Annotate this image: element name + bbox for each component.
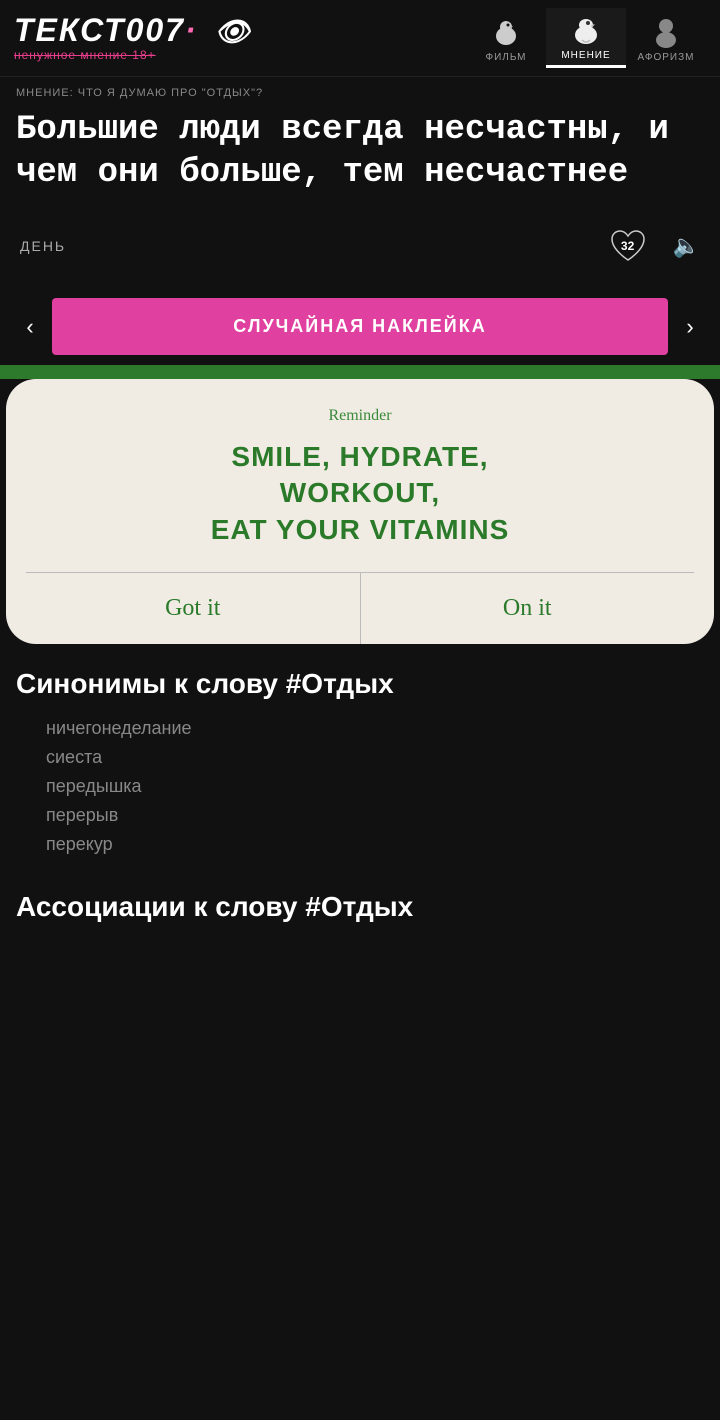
eye-icon: 👁 xyxy=(215,16,253,47)
synonyms-list: ничегонеделание сиеста передышка перерыв… xyxy=(16,714,704,859)
got-it-btn[interactable]: Got it xyxy=(26,573,360,644)
main-content: МНЕНИЕ: ЧТО Я ДУМАЮ ПРО "ОТДЫХ"? Большие… xyxy=(0,77,720,288)
chicken-icon xyxy=(488,14,524,50)
quote-text: Большие люди всегда несчастны, и чем они… xyxy=(16,109,704,194)
associations-section: Ассоциации к слову #Отдых xyxy=(0,875,720,923)
bottom-bar-right: 32 🔈 xyxy=(601,224,700,268)
breadcrumb: МНЕНИЕ: ЧТО Я ДУМАЮ ПРО "ОТДЫХ"? xyxy=(16,87,704,99)
synonyms-title: Синонимы к слову #Отдых xyxy=(16,668,704,700)
nav-aphorism-label: АФОРИЗМ xyxy=(638,52,695,63)
hen-icon xyxy=(568,12,604,48)
logo-area: ТЕКСТ007· 👁 ненужное мнение 18+ xyxy=(14,14,466,63)
heart-count: 32 xyxy=(621,239,634,253)
reminder-body: SMILE, HYDRATE,WORKOUT,EAT YOUR VITAMINS xyxy=(211,439,510,548)
reminder-actions: Got it On it xyxy=(26,573,694,644)
on-it-btn[interactable]: On it xyxy=(361,573,695,644)
nav-opinion-label: МНЕНИЕ xyxy=(561,50,610,61)
volume-icon[interactable]: 🔈 xyxy=(673,233,700,259)
prev-sticker-btn[interactable]: ‹ xyxy=(8,301,52,353)
nav-opinion[interactable]: МНЕНИЕ xyxy=(546,8,626,68)
nav-aphorism[interactable]: АФОРИЗМ xyxy=(626,8,706,68)
header: ТЕКСТ007· 👁 ненужное мнение 18+ ФИЛЬМ xyxy=(0,0,720,77)
list-item: ничегонеделание xyxy=(46,714,704,743)
nav-film-label: ФИЛЬМ xyxy=(485,52,526,63)
list-item: передышка xyxy=(46,772,704,801)
list-item: перекур xyxy=(46,830,704,859)
logo-text: ТЕКСТ007· 👁 xyxy=(14,14,466,47)
heart-badge[interactable]: 32 xyxy=(601,224,655,268)
sticker-bar: ‹ СЛУЧАЙНАЯ НАКЛЕЙКА › xyxy=(0,288,720,365)
reminder-label: Reminder xyxy=(328,407,391,425)
header-nav: ФИЛЬМ МНЕНИЕ АФОРИЗМ xyxy=(466,8,706,68)
next-sticker-btn[interactable]: › xyxy=(668,301,712,353)
bottom-bar: ДЕНЬ 32 🔈 xyxy=(16,224,704,268)
synonyms-section: Синонимы к слову #Отдых ничегонеделание … xyxy=(0,644,720,875)
random-sticker-btn[interactable]: СЛУЧАЙНАЯ НАКЛЕЙКА xyxy=(52,298,668,355)
green-separator xyxy=(0,365,720,379)
day-label: ДЕНЬ xyxy=(20,238,66,254)
associations-title: Ассоциации к слову #Отдых xyxy=(16,891,704,923)
logo-dot: · xyxy=(185,12,198,48)
list-item: сиеста xyxy=(46,743,704,772)
nav-film[interactable]: ФИЛЬМ xyxy=(466,8,546,68)
silhouette-icon xyxy=(648,14,684,50)
list-item: перерыв xyxy=(46,801,704,830)
reminder-card: Reminder SMILE, HYDRATE,WORKOUT,EAT YOUR… xyxy=(6,379,714,644)
logo-subtitle: ненужное мнение 18+ xyxy=(14,48,466,62)
